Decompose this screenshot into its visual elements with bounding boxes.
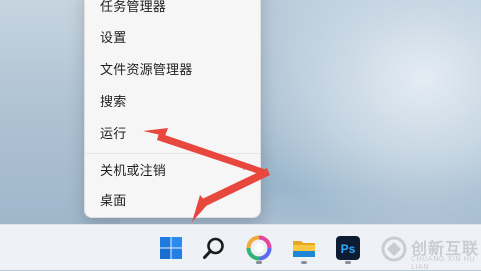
photoshop-icon-text: Ps bbox=[341, 242, 356, 256]
chevron-right-icon: › bbox=[242, 164, 246, 174]
menu-item-file-explorer[interactable]: 文件资源管理器 bbox=[85, 53, 260, 83]
running-indicator bbox=[301, 261, 307, 264]
watermark: 创新互联 CHUANG XIN HU LIAN bbox=[380, 232, 481, 271]
menu-item-label: 任务管理器 bbox=[100, 0, 167, 15]
menu-item-label: 搜索 bbox=[100, 94, 127, 110]
menu-item-label: 运行 bbox=[100, 126, 127, 142]
menu-item-label: 文件资源管理器 bbox=[100, 62, 193, 78]
windows-start-icon[interactable] bbox=[158, 235, 184, 261]
wallpaper-light bbox=[250, 0, 481, 225]
menu-item-task-manager[interactable]: 任务管理器 bbox=[85, 0, 260, 20]
menu-item-search[interactable]: 搜索 bbox=[85, 85, 260, 115]
watermark-logo-icon bbox=[381, 236, 407, 262]
file-explorer-icon[interactable] bbox=[291, 235, 317, 261]
running-indicator bbox=[256, 261, 262, 264]
menu-item-desktop[interactable]: 桌面 bbox=[85, 184, 260, 214]
menu-item-shutdown-signout[interactable]: 关机或注销 › bbox=[85, 154, 260, 184]
start-context-menu: 任务管理器 设置 文件资源管理器 搜索 运行 关机或注销 › 桌面 bbox=[84, 0, 261, 218]
copilot-icon[interactable] bbox=[246, 235, 272, 261]
running-indicator bbox=[345, 261, 351, 264]
menu-item-label: 关机或注销 bbox=[100, 163, 167, 179]
search-icon[interactable] bbox=[201, 235, 227, 261]
menu-item-settings[interactable]: 设置 bbox=[85, 21, 260, 51]
menu-item-label: 桌面 bbox=[100, 193, 127, 209]
menu-item-run[interactable]: 运行 bbox=[85, 117, 260, 147]
menu-item-label: 设置 bbox=[100, 30, 127, 46]
photoshop-icon[interactable]: Ps bbox=[335, 235, 361, 261]
